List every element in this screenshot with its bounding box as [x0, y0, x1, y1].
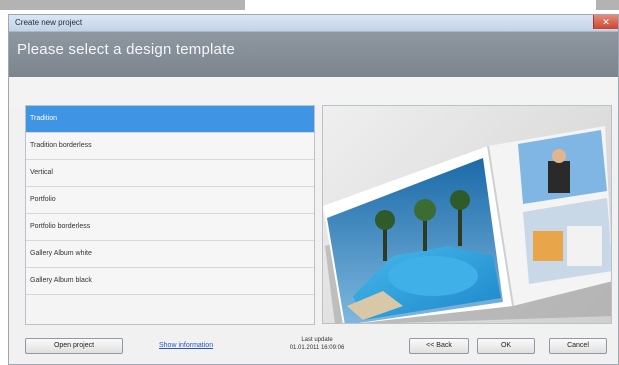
header-banner: Please select a design template: [9, 32, 618, 77]
last-update-label: Last update: [301, 337, 333, 343]
last-update-status: Last update 01.01.2011 16:09:06: [274, 336, 360, 352]
window-title: Create new project: [15, 18, 83, 27]
dialog-window: Create new project ✕ Please select a des…: [8, 14, 619, 365]
back-label: << Back: [426, 342, 452, 349]
background-window-strip-right: [596, 0, 619, 10]
open-project-label: Open project: [53, 342, 95, 349]
cancel-button[interactable]: Cancel: [549, 338, 607, 354]
template-item-portfolio-borderless[interactable]: Portfolio borderless: [26, 214, 314, 241]
template-preview: [322, 105, 612, 324]
photo-book-preview-image: [323, 126, 611, 323]
template-item-gallery-black[interactable]: Gallery Album black: [26, 268, 314, 295]
show-information-link[interactable]: Show information: [159, 342, 213, 349]
cancel-label: Cancel: [567, 342, 589, 349]
close-button[interactable]: ✕: [593, 15, 618, 29]
ok-label: OK: [500, 342, 512, 349]
template-item-vertical[interactable]: Vertical: [26, 160, 314, 187]
title-bar[interactable]: Create new project ✕: [9, 15, 618, 32]
header-spacer: [9, 77, 618, 107]
page-heading: Please select a design template: [17, 41, 235, 58]
back-button[interactable]: << Back: [409, 338, 469, 354]
background-window-strip-left: [0, 0, 245, 10]
template-item-portfolio[interactable]: Portfolio: [26, 187, 314, 214]
template-list[interactable]: Tradition Tradition borderless Vertical …: [25, 105, 315, 325]
template-item-tradition-borderless[interactable]: Tradition borderless: [26, 133, 314, 160]
template-item-tradition[interactable]: Tradition: [26, 106, 314, 133]
template-item-gallery-white[interactable]: Gallery Album white: [26, 241, 314, 268]
open-project-button[interactable]: Open project: [25, 338, 123, 354]
close-icon: ✕: [602, 17, 610, 27]
last-update-value: 01.01.2011 16:09:06: [289, 345, 345, 351]
ok-button[interactable]: OK: [477, 338, 535, 354]
